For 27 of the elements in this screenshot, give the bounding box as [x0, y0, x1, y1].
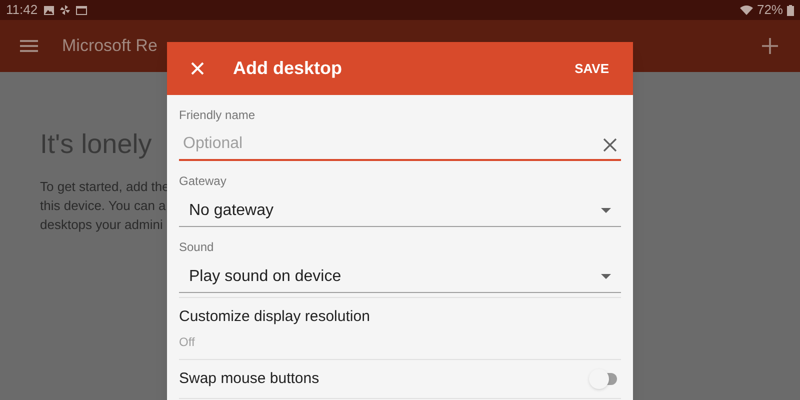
app-title: Microsoft Re	[62, 35, 158, 58]
description-line: this device. You can a	[40, 196, 166, 214]
dropdown[interactable]: Play sound on device	[179, 261, 621, 293]
image-icon	[44, 6, 54, 14]
dialog-title: Add desktop	[233, 57, 342, 80]
caret-icon	[601, 274, 611, 279]
field-label: Gateway	[179, 173, 228, 189]
close-icon[interactable]	[603, 138, 617, 152]
clock-time: 11:42	[6, 1, 38, 20]
battery-percent: 72%	[756, 1, 783, 20]
wifi-icon	[740, 5, 753, 15]
add-icon[interactable]	[762, 38, 778, 54]
field-label: Friendly name	[179, 107, 256, 123]
setting-value: Off	[179, 334, 196, 350]
field-label: Sound	[179, 239, 215, 255]
save-button[interactable]: SAVE	[566, 54, 617, 82]
dropdown[interactable]: No gateway	[179, 195, 621, 227]
toggle-switch[interactable]	[589, 368, 617, 389]
menu-icon[interactable]	[20, 40, 38, 52]
setting-label: Customize display resolution	[179, 307, 371, 327]
input-field[interactable]: Optional	[179, 129, 621, 161]
setting-label: Swap mouse buttons	[179, 368, 320, 388]
battery-icon	[787, 4, 794, 16]
caret-icon	[601, 208, 611, 213]
pinwheel-icon	[60, 5, 70, 15]
description-line: desktops your admini	[40, 216, 163, 234]
window-icon	[76, 6, 87, 14]
